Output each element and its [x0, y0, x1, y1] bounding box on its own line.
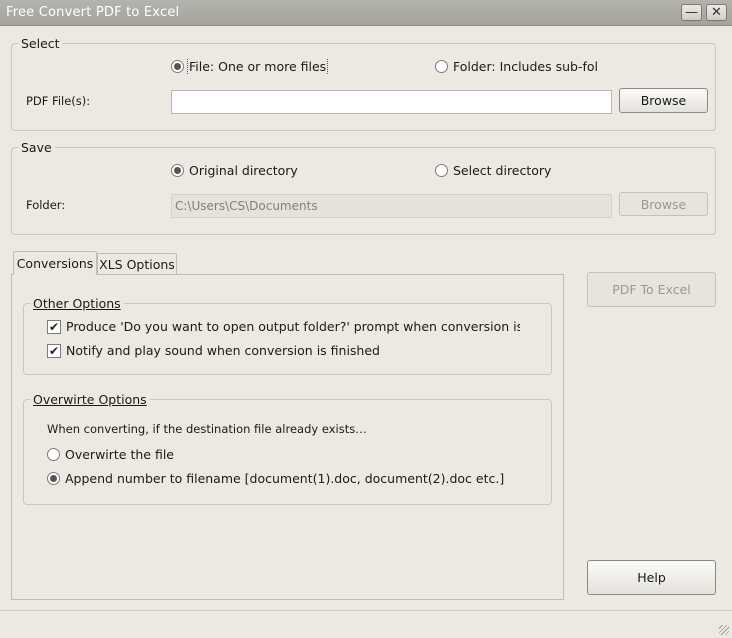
close-icon: ✕ [711, 5, 722, 20]
select-group [11, 43, 716, 131]
folder-radio[interactable]: Folder: Includes sub-folders [435, 58, 597, 75]
overwrite-file-radio-dot [47, 448, 60, 461]
select-directory-radio-dot [435, 164, 448, 177]
notify-sound-label: Notify and play sound when conversion is… [66, 343, 380, 358]
append-number-radio-dot [47, 472, 60, 485]
select-directory-radio[interactable]: Select directory [435, 162, 597, 179]
folder-radio-dot [435, 60, 448, 73]
overwrite-description: When converting, if the destination file… [47, 422, 367, 436]
notify-sound-checkbox[interactable]: ✔ Notify and play sound when conversion … [47, 342, 520, 359]
help-button[interactable]: Help [587, 560, 716, 595]
folder-input[interactable]: C:\Users\CS\Documents [171, 194, 612, 218]
tab-xls-options-label: XLS Options [99, 256, 175, 272]
pdf-files-label: PDF File(s): [26, 94, 91, 108]
tab-conversions-label: Conversions [16, 255, 94, 271]
minimize-button[interactable]: — [681, 4, 702, 21]
overwrite-file-label: Overwirte the file [65, 447, 174, 462]
check-icon: ✔ [47, 343, 61, 358]
select-directory-label: Select directory [453, 163, 552, 178]
file-radio[interactable]: File: One or more files [171, 58, 331, 75]
other-options-group [23, 303, 552, 375]
pdf-files-input[interactable] [171, 90, 612, 114]
file-radio-label: File: One or more files [186, 58, 329, 75]
title-bar: Free Convert PDF to Excel — ✕ [0, 0, 732, 26]
tab-xls-options[interactable]: XLS Options [97, 253, 177, 274]
save-group [11, 147, 716, 235]
file-radio-dot [171, 60, 184, 73]
original-directory-radio-dot [171, 164, 184, 177]
pdf-browse-button[interactable]: Browse [619, 88, 708, 113]
save-legend: Save [18, 140, 55, 155]
resize-grip-icon[interactable] [719, 625, 729, 635]
close-button[interactable]: ✕ [706, 4, 727, 21]
status-bar [0, 610, 732, 638]
open-folder-prompt-label: Produce 'Do you want to open output fold… [66, 319, 520, 334]
check-icon: ✔ [47, 319, 61, 334]
original-directory-radio[interactable]: Original directory [171, 162, 331, 179]
pdf-to-excel-button[interactable]: PDF To Excel [587, 272, 716, 307]
folder-radio-label: Folder: Includes sub-folders [453, 59, 597, 74]
select-legend: Select [18, 36, 63, 51]
overwrite-options-legend: Overwirte Options [30, 392, 150, 407]
append-number-radio[interactable]: Append number to filename [document(1).d… [47, 470, 520, 487]
window-title: Free Convert PDF to Excel [6, 5, 180, 20]
original-directory-label: Original directory [189, 163, 298, 178]
folder-label: Folder: [26, 198, 66, 212]
overwrite-file-radio[interactable]: Overwirte the file [47, 446, 520, 463]
open-folder-prompt-checkbox[interactable]: ✔ Produce 'Do you want to open output fo… [47, 318, 520, 335]
folder-browse-button[interactable]: Browse [619, 192, 708, 216]
append-number-label: Append number to filename [document(1).d… [65, 471, 505, 486]
tab-conversions[interactable]: Conversions [13, 251, 97, 275]
minimize-icon: — [685, 5, 698, 20]
other-options-legend: Other Options [30, 296, 124, 311]
